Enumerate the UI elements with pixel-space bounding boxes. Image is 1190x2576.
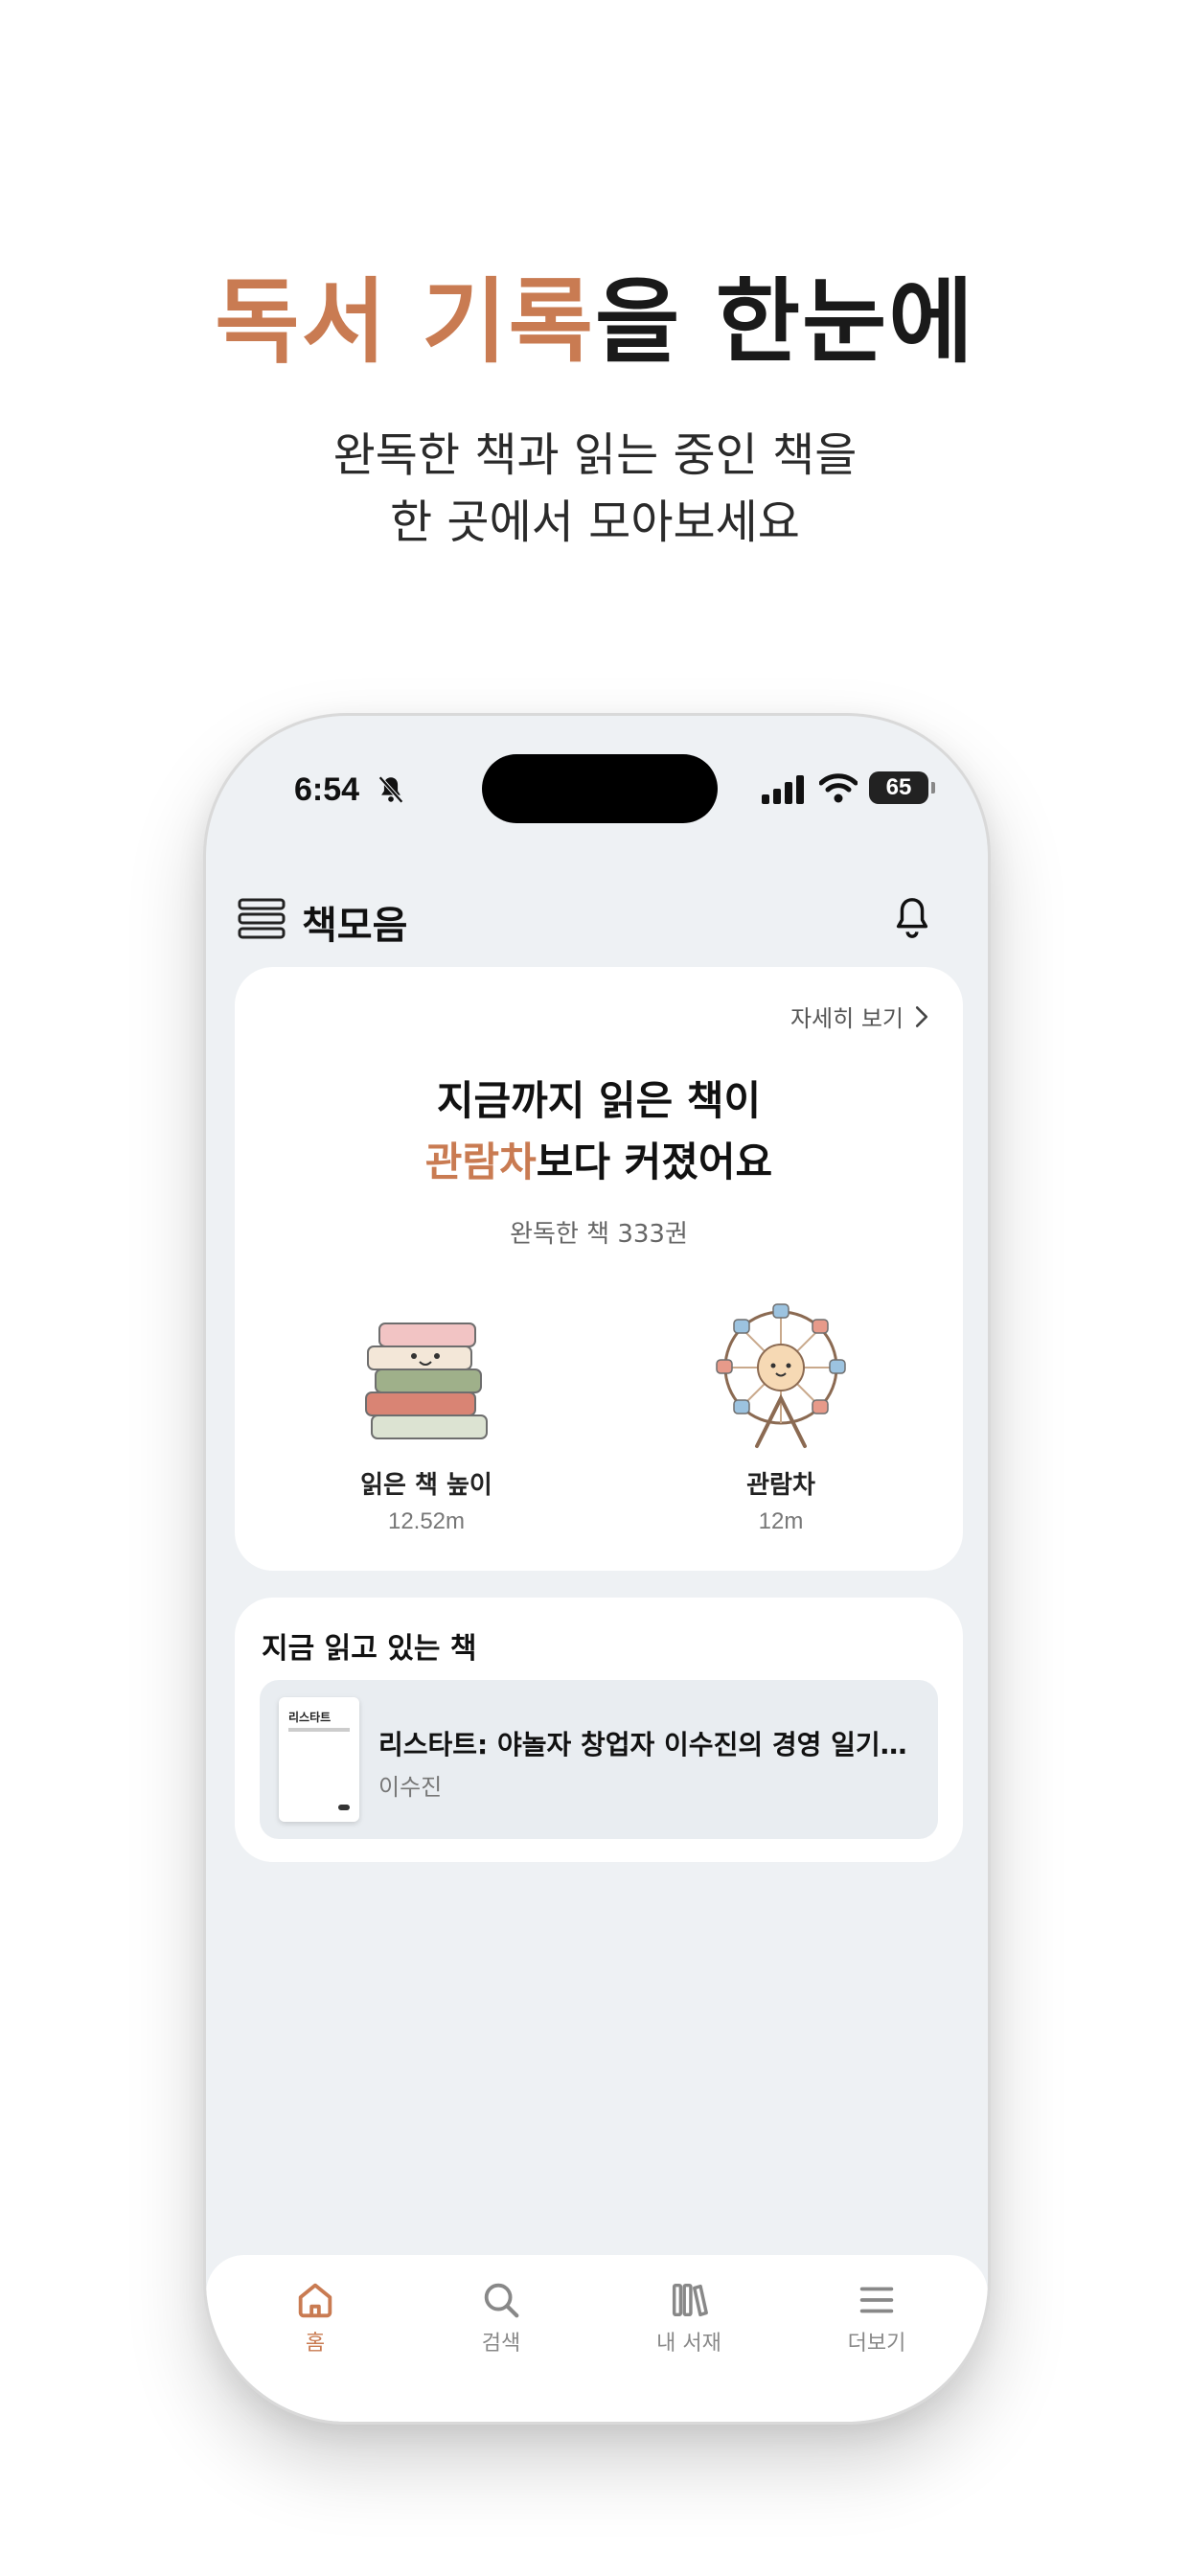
book-stack-illustration — [365, 1322, 488, 1439]
promo-sub-line2: 한 곳에서 모아보세요 — [390, 495, 800, 549]
phone-frame: 6:54 65 책모음 자세히 보기 지금까지 읽은 책이 관람차보다 커졌어요… — [203, 713, 991, 2425]
tab-home[interactable]: 홈 — [248, 2278, 382, 2357]
status-bar: 6:54 65 — [206, 716, 988, 860]
summary-title-rest: 보다 커졌어요 — [536, 1138, 773, 1185]
promo-headline: 독서 기록을 한눈에 — [0, 247, 1190, 380]
app-title: 책모음 — [302, 904, 408, 948]
promo-subheading: 완독한 책과 읽는 중인 책을 한 곳에서 모아보세요 — [0, 422, 1190, 556]
bell-muted-icon — [378, 775, 403, 804]
promo-headline-rest: 을 한눈에 — [595, 268, 975, 376]
ferris-wheel-item: 관람차 12m — [637, 1293, 925, 1542]
book-cover-title: 리스타트 — [288, 1711, 332, 1724]
ferris-wheel-value: 12m — [758, 1508, 804, 1534]
ferris-wheel-label: 관람차 — [746, 1471, 815, 1500]
battery-indicator: 65 — [869, 771, 935, 804]
home-icon — [298, 2283, 332, 2318]
books-height-value: 12.52m — [387, 1508, 466, 1534]
search-icon — [484, 2283, 519, 2318]
book-title: 리스타트: 야놀자 창업자 이수진의 경영 일기 (야… — [378, 1729, 915, 1760]
book-author: 이수진 — [378, 1774, 443, 1801]
reading-book-item[interactable]: 리스타트 리스타트: 야놀자 창업자 이수진의 경영 일기 (야… 이수진 — [260, 1680, 938, 1839]
dynamic-island — [482, 754, 718, 823]
book-cover-mark — [338, 1805, 350, 1810]
books-height-label: 읽은 책 높이 — [360, 1471, 492, 1500]
finished-book-count: 완독한 책 333권 — [510, 1220, 688, 1249]
tab-search-label: 검색 — [481, 2332, 521, 2356]
currently-reading-title: 지금 읽고 있는 책 — [262, 1632, 477, 1666]
detail-link-label: 자세히 보기 — [790, 1005, 904, 1032]
books-height-item: 읽은 책 높이 12.52m — [283, 1293, 570, 1542]
summary-title-line2: 관람차보다 커졌어요 — [235, 1132, 963, 1193]
summary-title-accent: 관람차 — [424, 1138, 537, 1185]
app-header: 책모음 — [206, 869, 988, 965]
promo-sub-line1: 완독한 책과 읽는 중인 책을 — [332, 428, 858, 482]
summary-title-line1: 지금까지 읽은 책이 — [436, 1077, 762, 1124]
tab-more-label: 더보기 — [847, 2332, 906, 2356]
reading-summary-card: 자세히 보기 지금까지 읽은 책이 관람차보다 커졌어요 완독한 책 333권 … — [235, 967, 963, 1571]
notification-bell-icon[interactable] — [890, 894, 934, 942]
currently-reading-card: 지금 읽고 있는 책 리스타트 리스타트: 야놀자 창업자 이수진의 경영 일기… — [235, 1598, 963, 1862]
library-icon — [672, 2283, 708, 2317]
chevron-right-icon — [915, 1005, 928, 1027]
summary-title: 지금까지 읽은 책이 관람차보다 커졌어요 — [235, 1070, 963, 1193]
promo-headline-accent: 독서 기록 — [215, 268, 595, 376]
tab-more[interactable]: 더보기 — [810, 2278, 944, 2357]
tab-search[interactable]: 검색 — [434, 2278, 568, 2357]
book-stack-logo-icon — [238, 898, 286, 939]
wifi-icon — [819, 773, 858, 803]
tab-home-label: 홈 — [305, 2332, 326, 2356]
ferris-wheel-illustration — [716, 1303, 846, 1448]
detail-link[interactable]: 자세히 보기 — [790, 1000, 930, 1033]
tab-library[interactable]: 내 서재 — [622, 2278, 756, 2357]
bottom-tab-bar: 홈 검색 내 서재 더보기 — [206, 2255, 988, 2422]
tab-library-label: 내 서재 — [656, 2332, 721, 2356]
status-time: 6:54 — [294, 771, 360, 808]
cellular-signal-icon — [762, 775, 804, 804]
menu-icon — [859, 2287, 894, 2313]
book-cover: 리스타트 — [279, 1697, 359, 1822]
book-cover-line — [288, 1728, 350, 1732]
